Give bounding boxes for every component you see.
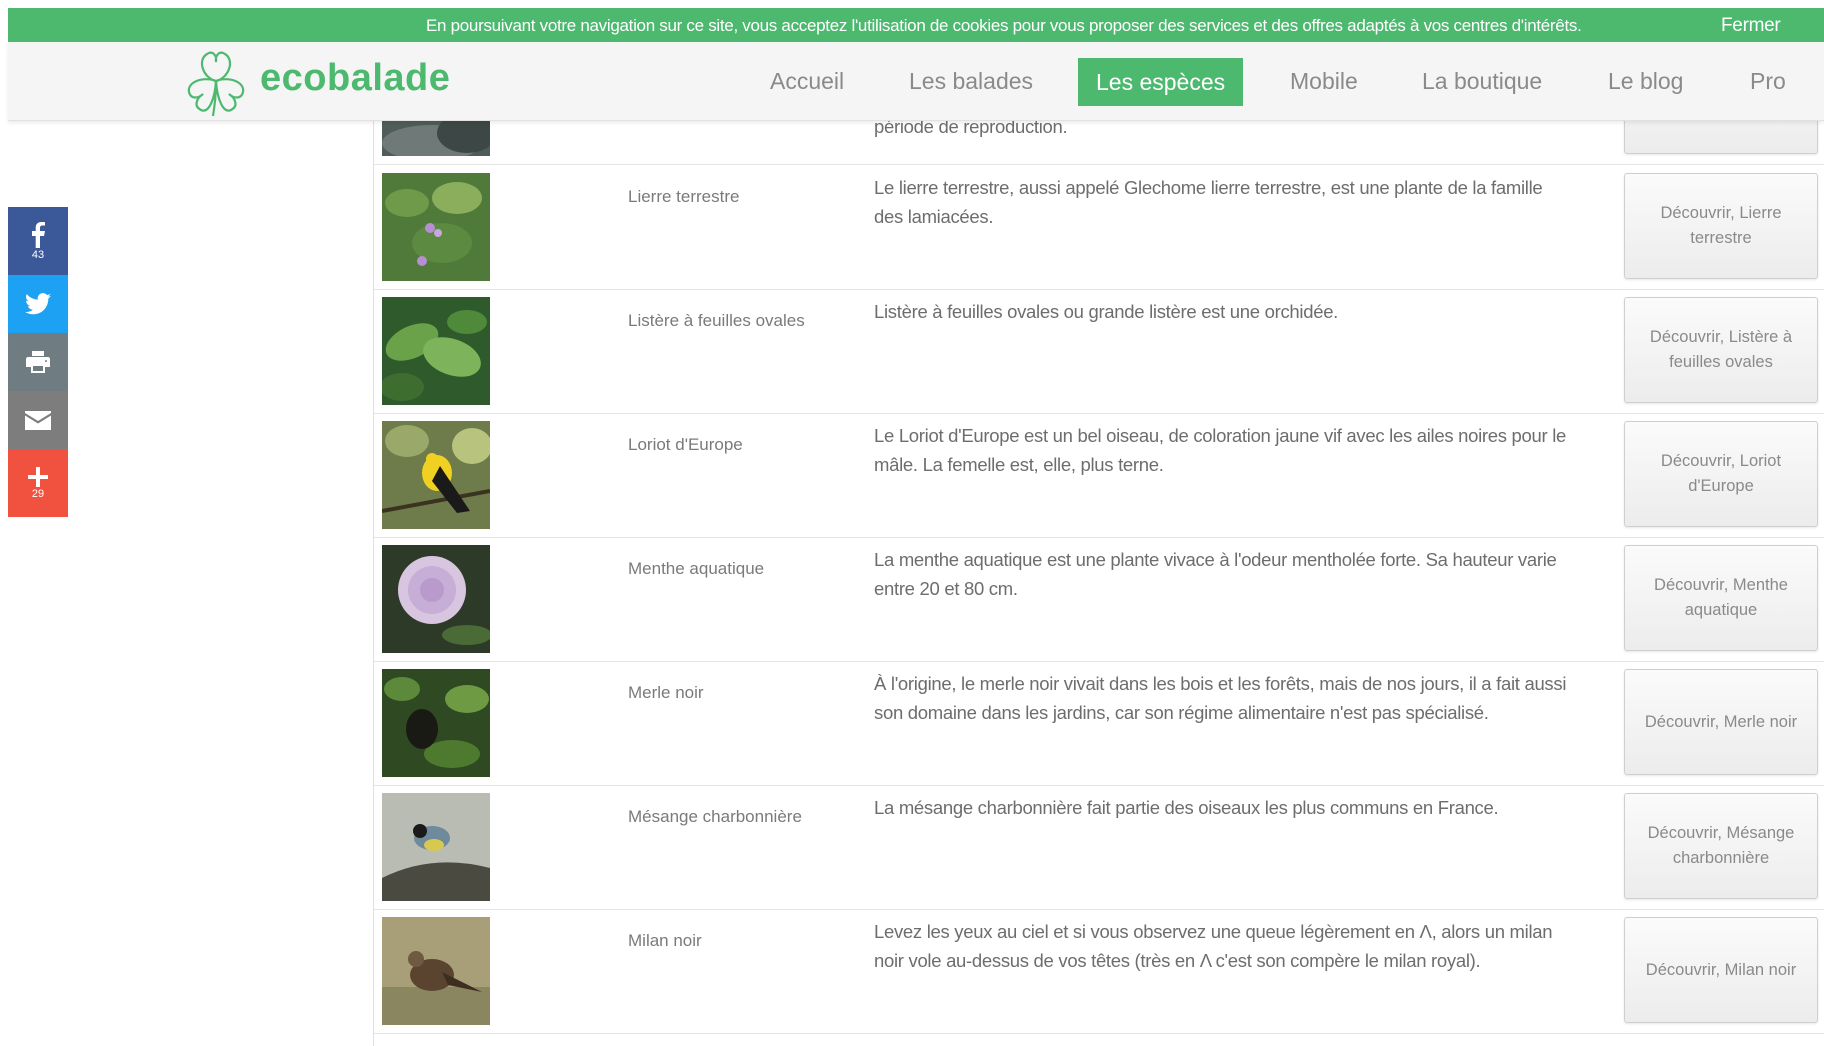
cookie-banner: En poursuivant votre navigation sur ce s… bbox=[8, 8, 1824, 42]
more-share-button[interactable]: 29 bbox=[8, 449, 68, 517]
discover-button[interactable]: Découvrir, Milan noir bbox=[1624, 917, 1818, 1023]
species-thumbnail[interactable] bbox=[382, 173, 490, 281]
more-share-count: 29 bbox=[31, 487, 45, 500]
logo-text[interactable]: ecobalade bbox=[260, 57, 450, 100]
table-row: Loriot d'Europe Le Loriot d'Europe est u… bbox=[374, 413, 1824, 538]
discover-button[interactable]: Découvrir, Mésange charbonnière bbox=[1624, 793, 1818, 899]
discover-button[interactable]: Découvrir, Menthe aquatique bbox=[1624, 545, 1818, 651]
print-button[interactable] bbox=[8, 333, 68, 391]
table-row: Menthe aquatique La menthe aquatique est… bbox=[374, 537, 1824, 662]
species-description: Le Loriot d'Europe est un bel oiseau, de… bbox=[874, 425, 1567, 475]
table-row: Lierre terrestre Le lierre terrestre, au… bbox=[374, 165, 1824, 290]
printer-icon bbox=[26, 351, 50, 373]
twitter-share-button[interactable] bbox=[8, 275, 68, 333]
nav-le-blog[interactable]: Le blog bbox=[1608, 68, 1683, 95]
species-thumbnail[interactable] bbox=[382, 545, 490, 653]
facebook-icon bbox=[32, 221, 45, 248]
species-thumbnail[interactable] bbox=[382, 793, 490, 901]
table-row: Listère à feuilles ovales Listère à feui… bbox=[374, 289, 1824, 414]
species-name[interactable]: Menthe aquatique bbox=[628, 559, 764, 579]
species-description: Le lierre terrestre, aussi appelé Glecho… bbox=[874, 177, 1543, 227]
nav-pro[interactable]: Pro bbox=[1750, 68, 1786, 95]
nav-les-balades[interactable]: Les balades bbox=[909, 68, 1033, 95]
species-thumbnail[interactable] bbox=[382, 421, 490, 529]
twitter-icon bbox=[25, 293, 51, 315]
table-row: Mésange charbonnière La mésange charbonn… bbox=[374, 785, 1824, 910]
species-name[interactable]: Mésange charbonnière bbox=[628, 807, 802, 827]
discover-button[interactable]: Découvrir, Listère à feuilles ovales bbox=[1624, 297, 1818, 403]
cookie-banner-text: En poursuivant votre navigation sur ce s… bbox=[426, 16, 1582, 35]
plus-icon bbox=[28, 466, 48, 487]
nav-accueil[interactable]: Accueil bbox=[770, 68, 844, 95]
facebook-share-button[interactable]: 43 bbox=[8, 207, 68, 275]
species-name[interactable]: Lierre terrestre bbox=[628, 187, 739, 207]
nav-les-especes[interactable]: Les espèces bbox=[1078, 58, 1244, 106]
social-share-bar: 43 29 bbox=[8, 207, 68, 517]
email-share-button[interactable] bbox=[8, 391, 68, 449]
species-thumbnail[interactable] bbox=[382, 917, 490, 1025]
facebook-share-count: 43 bbox=[31, 248, 45, 261]
table-row: Milan noir Levez les yeux au ciel et si … bbox=[374, 909, 1824, 1034]
species-thumbnail[interactable] bbox=[382, 669, 490, 777]
nav-la-boutique[interactable]: La boutique bbox=[1422, 68, 1542, 95]
envelope-icon bbox=[25, 410, 51, 430]
cookie-close-button[interactable]: Fermer bbox=[1721, 15, 1781, 37]
discover-button[interactable]: Découvrir, Lierre terrestre bbox=[1624, 173, 1818, 279]
species-name[interactable]: Milan noir bbox=[628, 931, 702, 951]
species-thumbnail[interactable] bbox=[382, 297, 490, 405]
species-name[interactable]: Merle noir bbox=[628, 683, 704, 703]
species-description: La mésange charbonnière fait partie des … bbox=[874, 797, 1499, 818]
discover-button[interactable]: Découvrir, Loriot d'Europe bbox=[1624, 421, 1818, 527]
species-name[interactable]: Listère à feuilles ovales bbox=[628, 311, 805, 331]
species-description: Levez les yeux au ciel et si vous observ… bbox=[874, 921, 1553, 971]
clover-logo-icon[interactable] bbox=[183, 48, 249, 118]
species-description: La menthe aquatique est une plante vivac… bbox=[874, 549, 1557, 599]
discover-button[interactable]: Découvrir, Merle noir bbox=[1624, 669, 1818, 775]
site-header: ecobalade Accueil Les balades Les espèce… bbox=[8, 42, 1824, 121]
nav-mobile[interactable]: Mobile bbox=[1290, 68, 1358, 95]
species-name[interactable]: Loriot d'Europe bbox=[628, 435, 743, 455]
species-description: À l'origine, le merle noir vivait dans l… bbox=[874, 673, 1567, 723]
species-description: Listère à feuilles ovales ou grande list… bbox=[874, 301, 1339, 322]
table-row: Merle noir À l'origine, le merle noir vi… bbox=[374, 661, 1824, 786]
